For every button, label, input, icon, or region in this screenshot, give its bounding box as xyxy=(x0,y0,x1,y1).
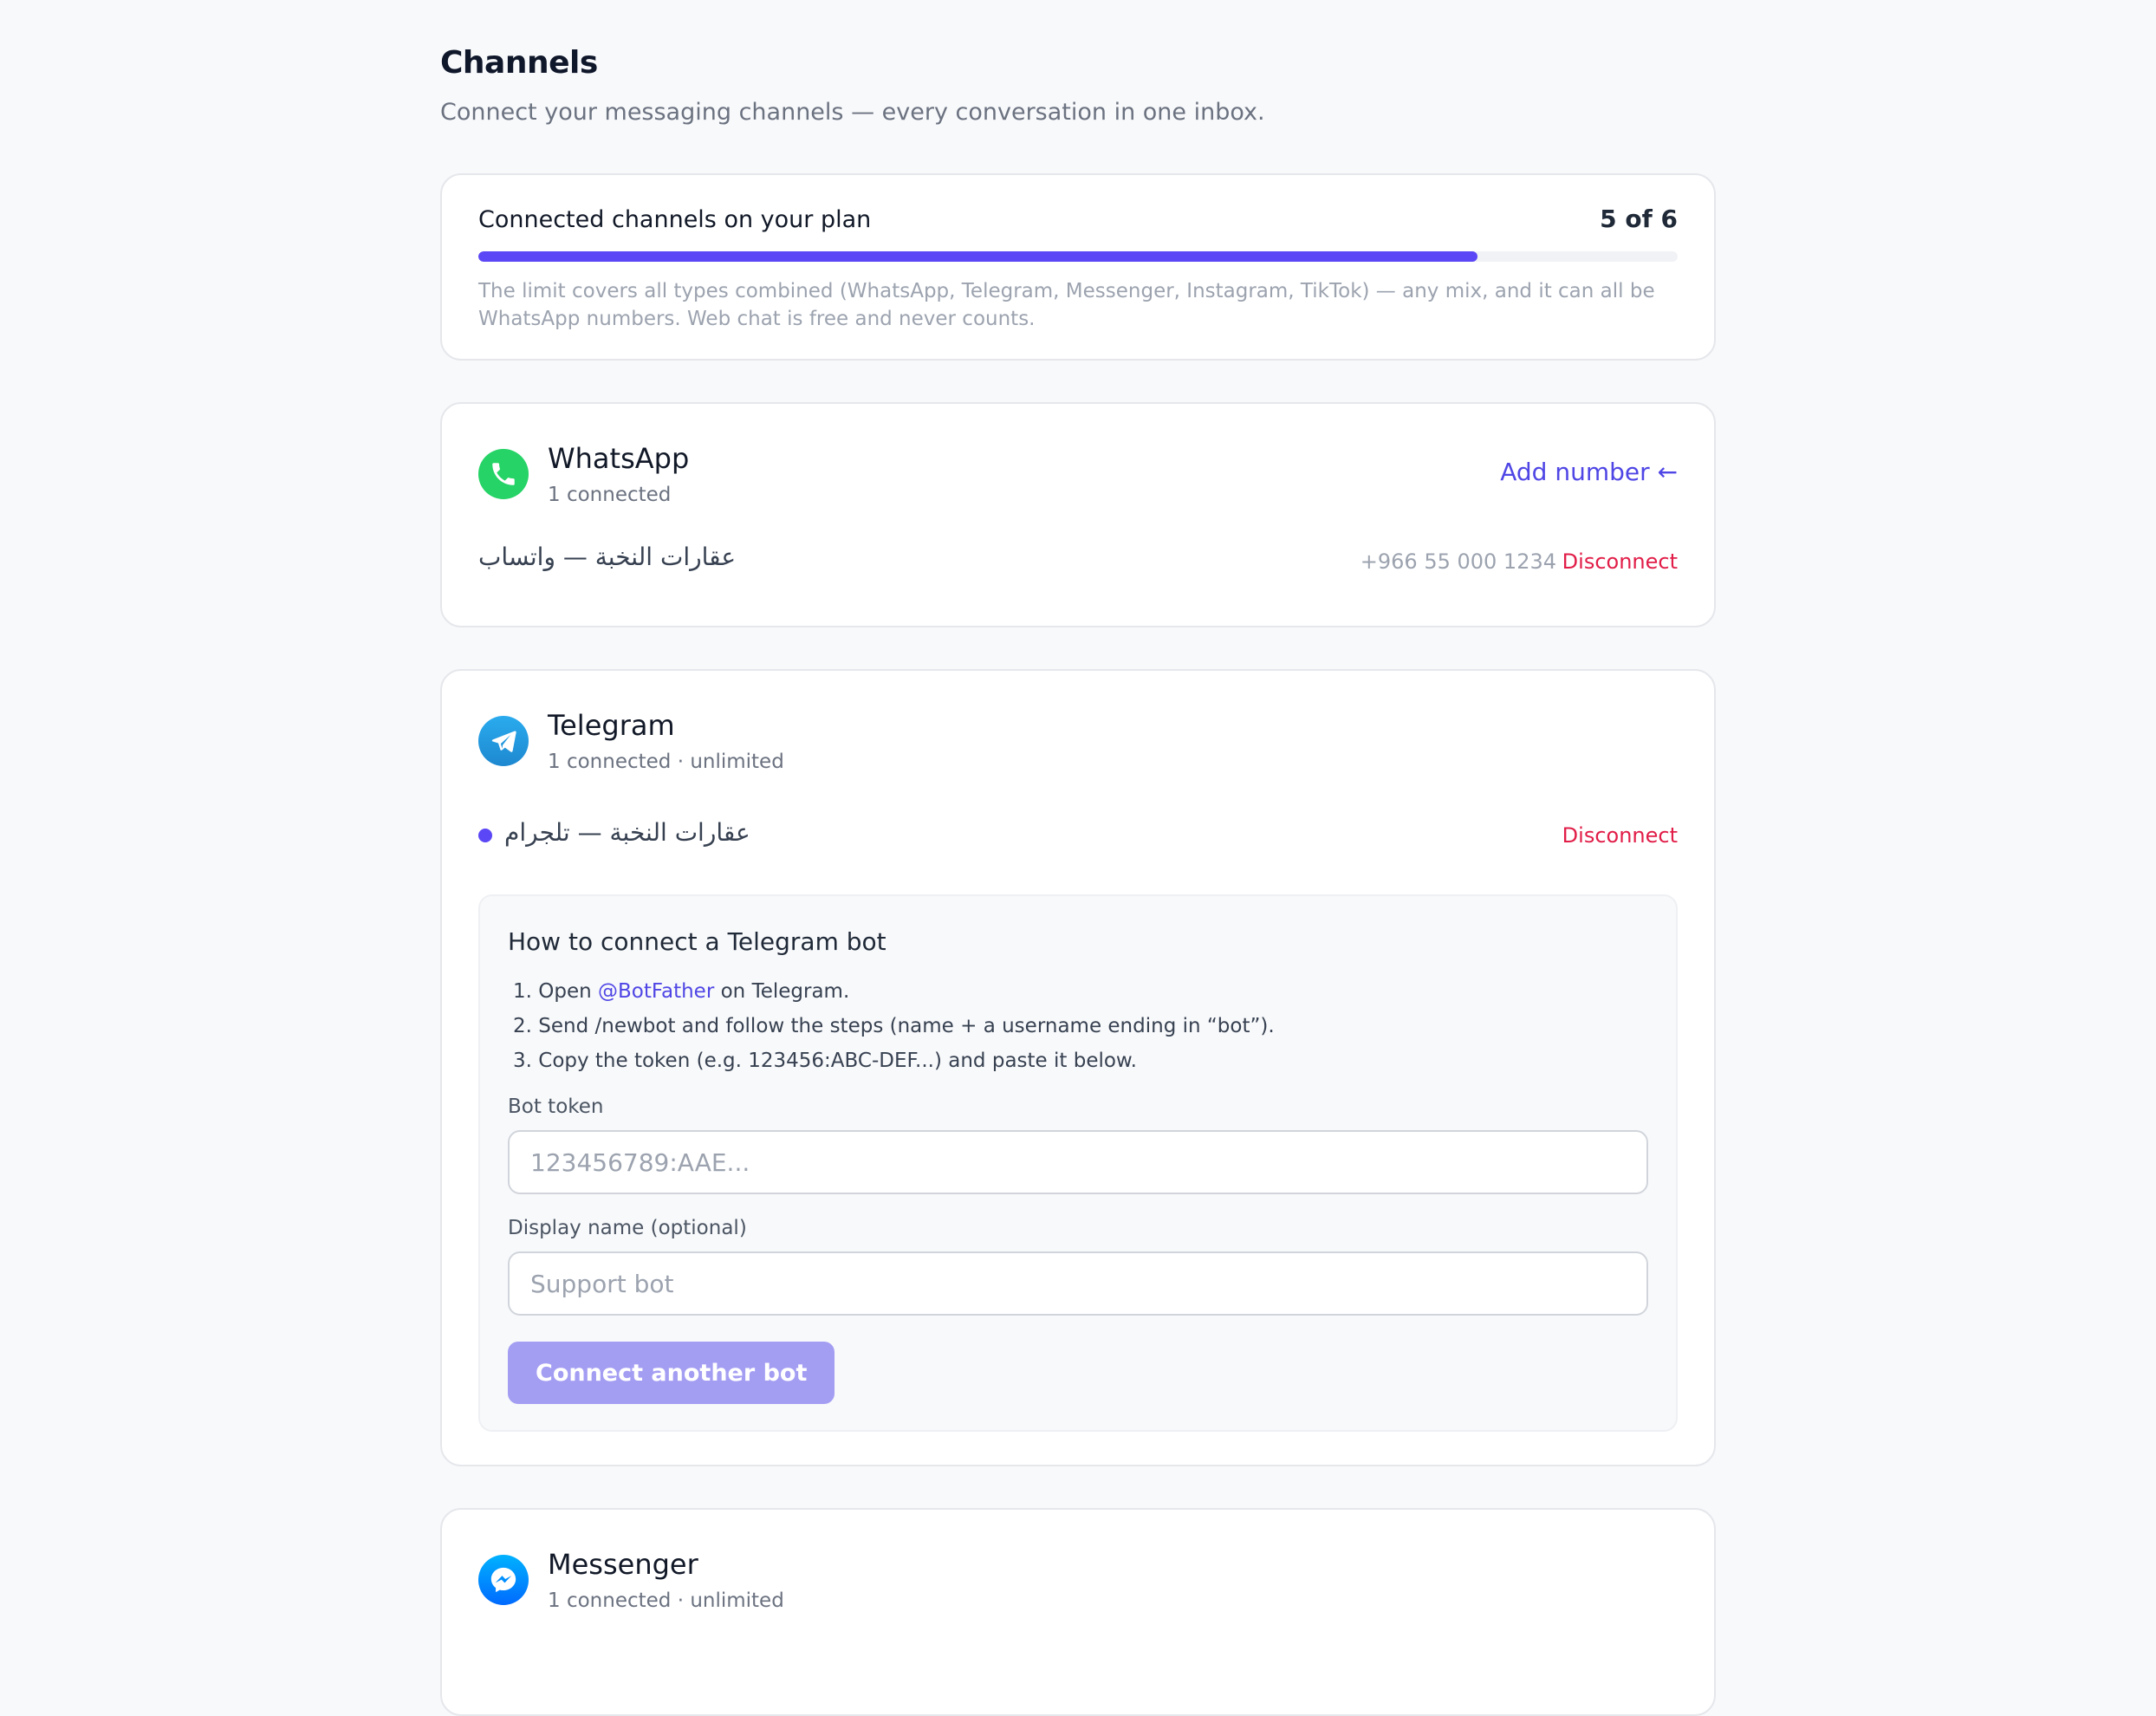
messenger-channel-card: Messenger 1 connected · unlimited xyxy=(440,1508,1716,1716)
howto-step-3: 3. Copy the token (e.g. 123456:ABC-DEF..… xyxy=(513,1050,1137,1072)
telegram-icon xyxy=(478,716,529,766)
telegram-howto-panel: How to connect a Telegram bot 1. Open @B… xyxy=(478,894,1678,1432)
bot-token-input[interactable] xyxy=(508,1130,1648,1194)
messenger-icon xyxy=(478,1555,529,1605)
whatsapp-connection-phone: +966 55 000 1234 xyxy=(1360,549,1556,574)
page-title: Channels xyxy=(440,45,598,81)
howto-step-1-prefix: 1. Open xyxy=(513,980,598,1003)
whatsapp-connected-count: 1 connected xyxy=(548,484,672,506)
howto-step-1-suffix: on Telegram. xyxy=(714,980,850,1003)
display-name-label: Display name (optional) xyxy=(508,1217,747,1239)
display-name-input[interactable] xyxy=(508,1251,1648,1316)
messenger-title: Messenger xyxy=(548,1548,698,1581)
whatsapp-connection-name: عقارات النخبة — واتساب xyxy=(478,543,737,571)
plan-usage-count: 5 of 6 xyxy=(1600,205,1678,233)
bot-token-label: Bot token xyxy=(508,1095,604,1118)
telegram-connection-name: عقارات النخبة — تلجرام xyxy=(504,818,750,847)
telegram-title: Telegram xyxy=(548,709,675,742)
howto-steps: 1. Open @BotFather on Telegram. 2. Send … xyxy=(513,974,1275,1078)
plan-usage-progress-fill xyxy=(478,251,1478,262)
howto-step-1: 1. Open @BotFather on Telegram. xyxy=(513,974,1275,1009)
whatsapp-channel-card: WhatsApp 1 connected Add number ← عقارات… xyxy=(440,402,1716,627)
telegram-connected-count: 1 connected · unlimited xyxy=(548,751,784,773)
plan-usage-progress-bar xyxy=(478,251,1678,262)
whatsapp-disconnect-button[interactable]: Disconnect xyxy=(1562,549,1678,574)
messenger-connected-count: 1 connected · unlimited xyxy=(548,1589,784,1612)
page-subtitle: Connect your messaging channels — every … xyxy=(440,99,1265,126)
whatsapp-icon xyxy=(478,449,529,499)
add-whatsapp-number-link[interactable]: Add number ← xyxy=(1500,458,1678,486)
plan-usage-note: The limit covers all types combined (Wha… xyxy=(478,280,1655,330)
howto-title: How to connect a Telegram bot xyxy=(508,927,886,956)
status-dot-icon xyxy=(478,829,492,842)
howto-step-2: 2. Send /newbot and follow the steps (na… xyxy=(513,1015,1275,1037)
telegram-disconnect-button[interactable]: Disconnect xyxy=(1562,823,1678,848)
connect-another-bot-button[interactable]: Connect another bot xyxy=(508,1342,835,1404)
plan-usage-label: Connected channels on your plan xyxy=(478,206,872,233)
telegram-channel-card: Telegram 1 connected · unlimited عقارات … xyxy=(440,669,1716,1466)
whatsapp-title: WhatsApp xyxy=(548,442,690,475)
plan-usage-card: Connected channels on your plan 5 of 6 T… xyxy=(440,173,1716,361)
botfather-link[interactable]: @BotFather xyxy=(598,980,714,1003)
